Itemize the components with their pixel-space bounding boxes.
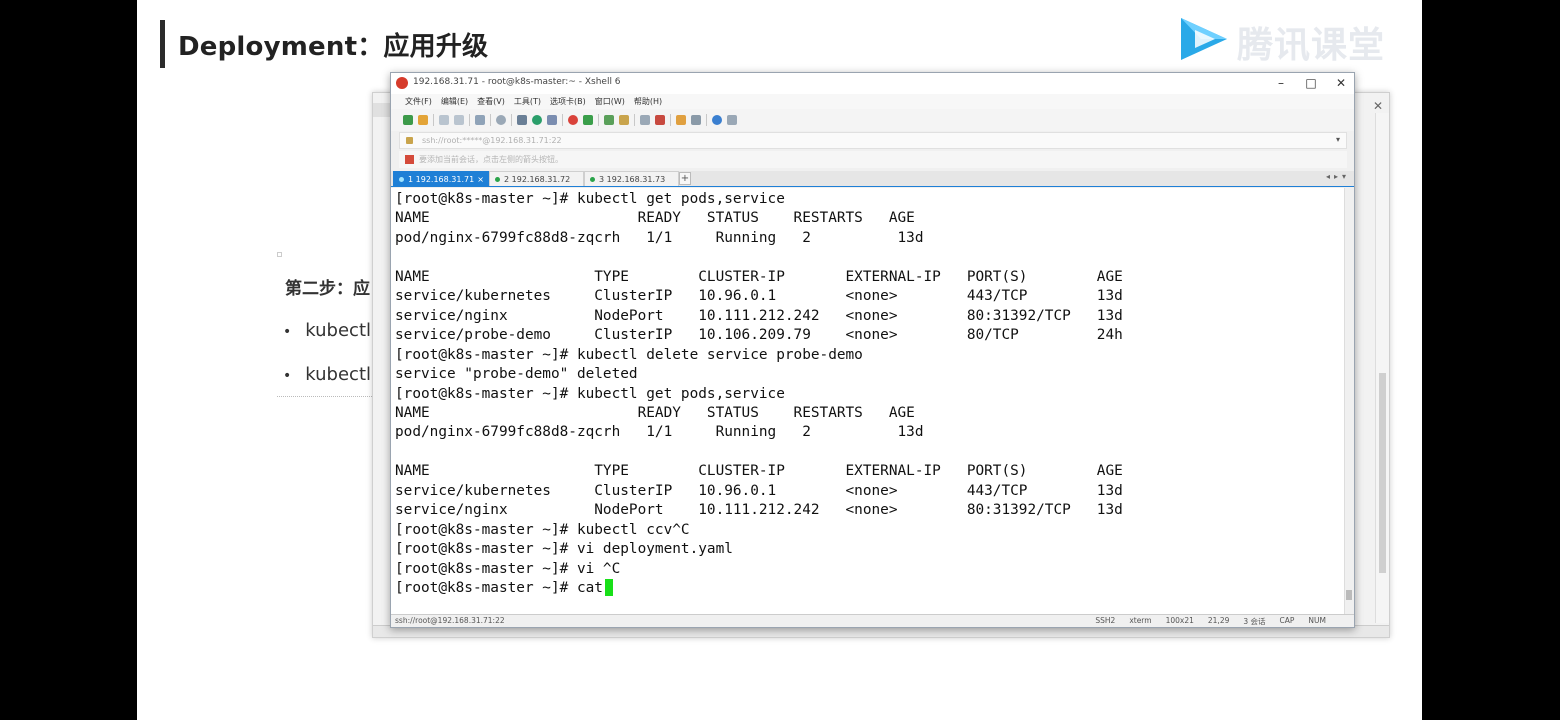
compose-icon[interactable]: [676, 115, 686, 125]
toolbar: [391, 109, 1354, 131]
new-session-icon[interactable]: [403, 115, 413, 125]
slide-divider: [277, 396, 372, 397]
brand-text: 腾讯课堂: [1237, 25, 1386, 66]
status-num: NUM: [1308, 616, 1326, 625]
ghost-close-icon: ✕: [1372, 99, 1383, 113]
play-logo-icon: [1181, 18, 1227, 60]
ghost-icon: [373, 103, 391, 117]
copy-icon[interactable]: [439, 115, 449, 125]
toolbar-separator: [598, 114, 599, 126]
ghost-scrollbar: [1375, 113, 1389, 623]
minimize-button[interactable]: –: [1274, 74, 1288, 92]
window-titlebar[interactable]: 192.168.31.71 - root@k8s-master:~ - Xshe…: [391, 73, 1354, 94]
connected-dot-icon: [495, 177, 500, 182]
add-tab-button[interactable]: +: [679, 172, 691, 185]
menu-file[interactable]: 文件(F): [405, 94, 432, 109]
lock-icon: [406, 137, 413, 144]
address-bar[interactable]: ssh://root:*****@192.168.31.71:22 ▾: [399, 132, 1347, 149]
print-icon[interactable]: [517, 115, 527, 125]
terminal-cursor: [605, 579, 613, 596]
bookmark-icon[interactable]: [405, 155, 414, 164]
lock-icon[interactable]: [619, 115, 629, 125]
status-term-type: xterm: [1129, 616, 1152, 625]
toolbar-separator: [706, 114, 707, 126]
chat-icon[interactable]: [727, 115, 737, 125]
session-tab-bar: 1 192.168.31.71 × 2 192.168.31.72 3 192.…: [391, 171, 1354, 187]
address-dropdown-icon[interactable]: ▾: [1336, 135, 1340, 144]
ghost-scrollbar-thumb: [1379, 373, 1386, 573]
connected-dot-icon: [399, 177, 404, 182]
slide-marker: [277, 252, 282, 257]
session-tab-2[interactable]: 2 192.168.31.72: [489, 171, 584, 186]
session-hint-text: 要添加当前会话，点击左侧的箭头按钮。: [419, 155, 563, 164]
paste-icon[interactable]: [454, 115, 464, 125]
status-indicators: SSH2 xterm 100x21 21,29 3 会话 CAP NUM: [1095, 616, 1326, 627]
font-icon[interactable]: [547, 115, 557, 125]
session-tab-1[interactable]: 1 192.168.31.71 ×: [393, 171, 489, 186]
slide-bullet-text: kubectl: [305, 320, 371, 341]
slide-bullet-text: kubectl: [305, 364, 371, 385]
session-tab-3[interactable]: 3 192.168.31.73: [584, 171, 679, 186]
fullscreen-icon[interactable]: [604, 115, 614, 125]
maximize-button[interactable]: □: [1304, 74, 1318, 92]
status-size: 100x21: [1165, 616, 1194, 625]
menu-tab[interactable]: 选项卡(B): [550, 94, 586, 109]
address-text: ssh://root:*****@192.168.31.71:22: [422, 136, 562, 145]
slide-step-heading: 第二步：应: [285, 279, 370, 299]
toolbar-separator: [634, 114, 635, 126]
status-bar: ssh://root@192.168.31.71:22 SSH2 xterm 1…: [391, 614, 1354, 627]
terminal-output[interactable]: [root@k8s-master ~]# kubectl get pods,se…: [391, 188, 1346, 615]
status-connection: ssh://root@192.168.31.71:22: [395, 616, 505, 625]
tab-label: 1 192.168.31.71: [408, 175, 475, 184]
menu-window[interactable]: 窗口(W): [595, 94, 625, 109]
status-protocol: SSH2: [1095, 616, 1116, 625]
toolbar-separator: [670, 114, 671, 126]
terminal-scrollbar[interactable]: [1344, 188, 1354, 615]
transfer-icon[interactable]: [583, 115, 593, 125]
status-sessions: 3 会话: [1243, 617, 1266, 626]
tab-label: 3 192.168.31.73: [599, 175, 666, 184]
terminal-scrollbar-thumb[interactable]: [1346, 590, 1352, 600]
tab-label: 2 192.168.31.72: [504, 175, 571, 184]
terminal-text: [root@k8s-master ~]# kubectl get pods,se…: [395, 191, 1123, 597]
globe-icon[interactable]: [532, 115, 542, 125]
toolbar-separator: [511, 114, 512, 126]
xshell-app-icon: [396, 77, 408, 89]
toolbar-separator: [433, 114, 434, 126]
title-accent-bar: [160, 20, 165, 68]
xshell-window: 192.168.31.71 - root@k8s-master:~ - Xshe…: [390, 72, 1355, 628]
close-button[interactable]: ✕: [1334, 74, 1348, 92]
menu-tools[interactable]: 工具(T): [514, 94, 541, 109]
open-folder-icon[interactable]: [418, 115, 428, 125]
tab-close-icon[interactable]: ×: [477, 172, 484, 187]
help-icon[interactable]: [712, 115, 722, 125]
keyboard-icon[interactable]: [640, 115, 650, 125]
toolbar-separator: [562, 114, 563, 126]
menu-edit[interactable]: 编辑(E): [441, 94, 468, 109]
status-cursor-pos: 21,29: [1207, 616, 1230, 625]
toolbar-separator: [490, 114, 491, 126]
connected-dot-icon: [590, 177, 595, 182]
properties-icon[interactable]: [475, 115, 485, 125]
session-hint-bar: 要添加当前会话，点击左侧的箭头按钮。: [399, 151, 1347, 168]
menu-help[interactable]: 帮助(H): [634, 94, 662, 109]
menu-view[interactable]: 查看(V): [477, 94, 505, 109]
status-caps: CAP: [1279, 616, 1295, 625]
xftp-icon[interactable]: [568, 115, 578, 125]
slide-bullet: • kubectl: [283, 364, 371, 385]
slide-title: Deployment：应用升级: [178, 32, 489, 62]
menu-bar: 文件(F) 编辑(E) 查看(V) 工具(T) 选项卡(B) 窗口(W) 帮助(…: [391, 94, 1354, 109]
script-icon[interactable]: [655, 115, 665, 125]
brand-watermark: 腾讯课堂: [1171, 14, 1391, 66]
layout-icon[interactable]: [691, 115, 701, 125]
slide-bullet: • kubectl: [283, 320, 371, 341]
window-title: 192.168.31.71 - root@k8s-master:~ - Xshe…: [413, 77, 621, 87]
tab-nav-arrows-icon[interactable]: ◂▸▾: [1326, 172, 1350, 181]
toolbar-separator: [469, 114, 470, 126]
window-controls: – □ ✕: [1274, 74, 1348, 92]
search-icon[interactable]: [496, 115, 506, 125]
